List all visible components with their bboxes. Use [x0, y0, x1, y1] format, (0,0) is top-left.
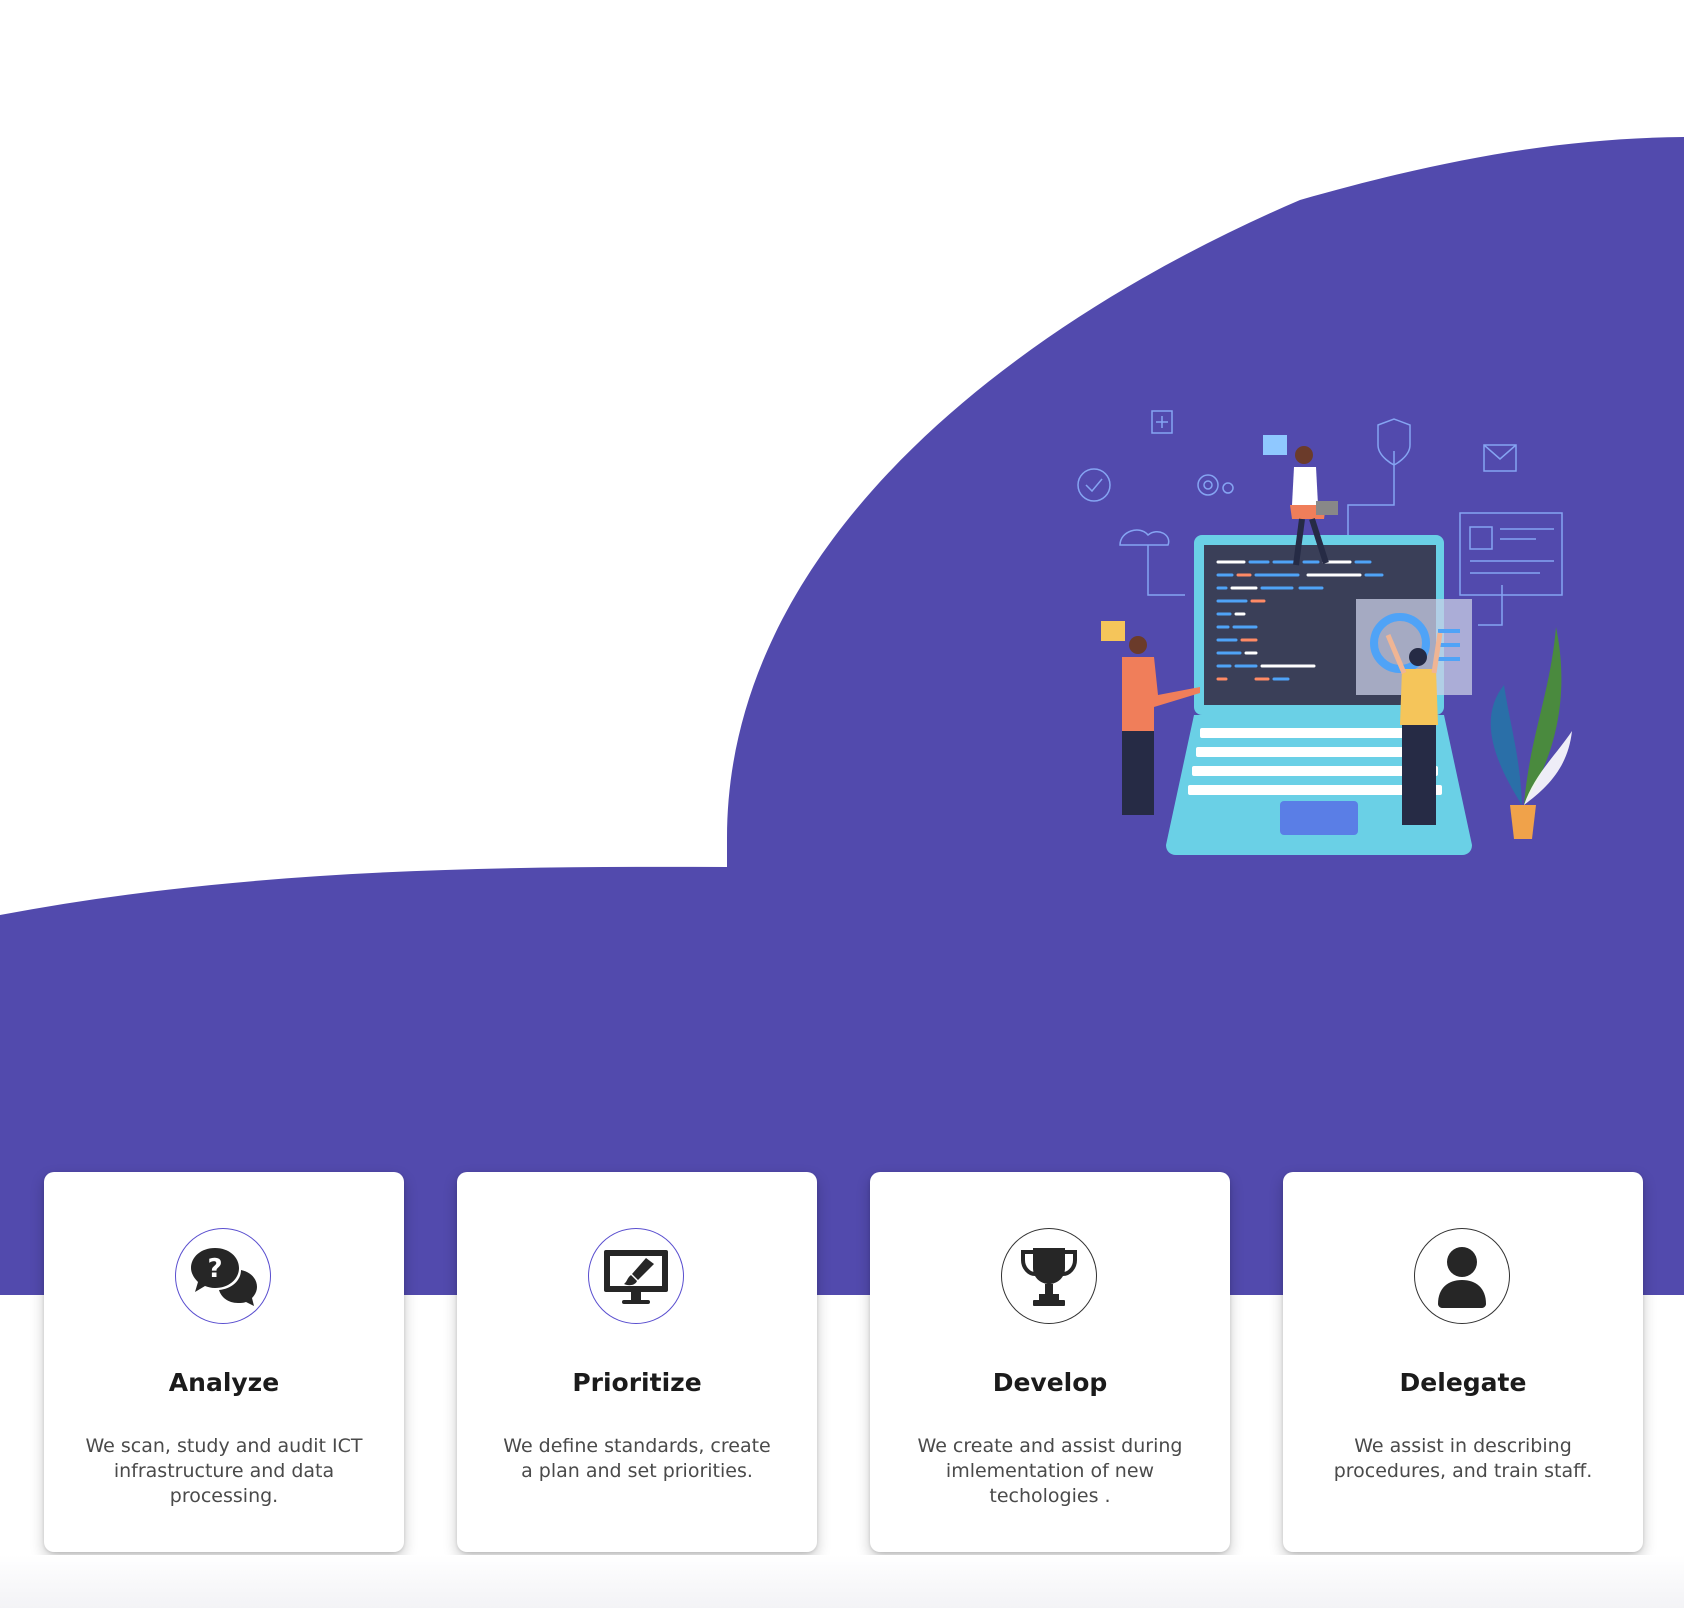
- card-develop: Develop We create and assist during imle…: [870, 1172, 1230, 1552]
- footer-fade: [0, 1555, 1684, 1608]
- card-title: Analyze: [168, 1368, 280, 1397]
- card-title: Delegate: [1399, 1368, 1527, 1397]
- card-prioritize: Prioritize We define standards, create a…: [457, 1172, 817, 1552]
- card-description: We create and assist during imlementatio…: [917, 1435, 1183, 1507]
- card-description: We assist in describing procedures, and …: [1333, 1435, 1593, 1482]
- feature-cards: ? Analyze We scan, study and audit ICT i…: [44, 1172, 1644, 1552]
- monitor-brush-icon: [588, 1228, 684, 1324]
- svg-text:?: ?: [207, 1254, 222, 1284]
- card-title: Prioritize: [572, 1368, 702, 1397]
- card-description: We define standards, create a plan and s…: [503, 1435, 771, 1482]
- question-chat-icon: ?: [175, 1228, 271, 1324]
- card-description: We scan, study and audit ICT infrastruct…: [85, 1435, 363, 1507]
- trophy-icon: [1001, 1228, 1097, 1324]
- card-analyze: ? Analyze We scan, study and audit ICT i…: [44, 1172, 404, 1552]
- card-delegate: Delegate We assist in describing procedu…: [1283, 1172, 1643, 1552]
- card-title: Develop: [992, 1368, 1108, 1397]
- laptop-team-coding-illustration: [1077, 410, 1572, 855]
- user-icon: [1414, 1228, 1510, 1324]
